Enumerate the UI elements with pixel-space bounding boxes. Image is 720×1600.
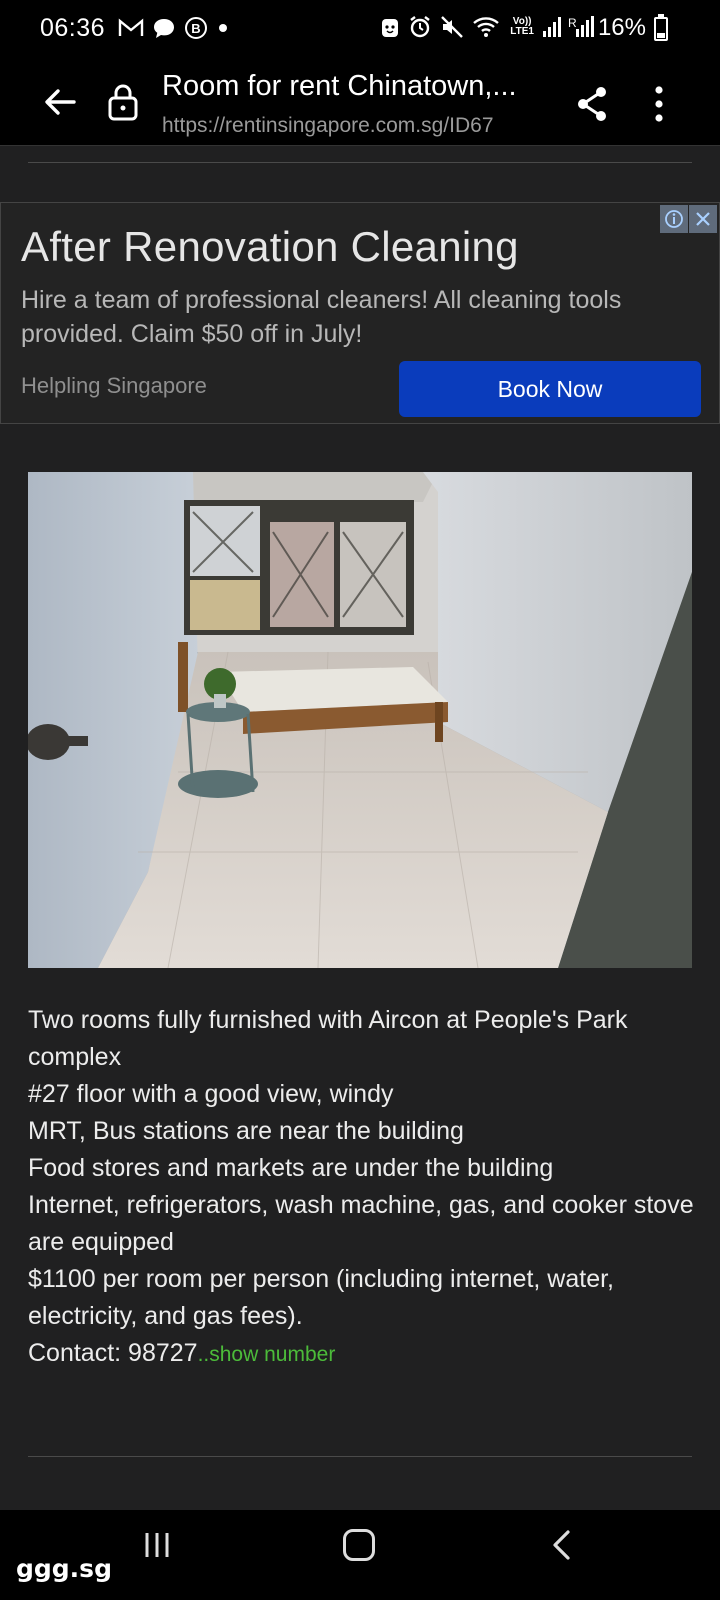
battery-percentage: 16%: [597, 14, 646, 41]
home-button[interactable]: [343, 1529, 375, 1561]
listing-description: Two rooms fully furnished with Aircon at…: [28, 1002, 698, 1373]
ad-banner[interactable]: After Renovation Cleaning Hire a team of…: [0, 202, 720, 424]
book-now-button[interactable]: Book Now: [399, 361, 701, 417]
alarm-icon: [410, 16, 431, 38]
show-number-link[interactable]: ..show number: [198, 1343, 336, 1366]
page-content: After Renovation Cleaning Hire a team of…: [0, 146, 720, 1510]
listing-line: Two rooms fully furnished with Aircon at…: [28, 1006, 628, 1071]
volte-icon: Vo)) LTE1: [510, 16, 534, 37]
browser-toolbar: Room for rent Chinatown,... https://rent…: [0, 58, 720, 146]
listing-line: MRT, Bus stations are near the building: [28, 1117, 464, 1145]
chat-icon: [154, 19, 174, 38]
back-arrow-icon[interactable]: [40, 82, 80, 122]
lock-icon[interactable]: [106, 82, 140, 122]
more-options-icon[interactable]: [646, 84, 672, 124]
status-bar: 06:36 B Vo)) LTE1 R 16%: [0, 0, 720, 58]
listing-line: Internet, refrigerators, wash machine, g…: [28, 1191, 694, 1256]
status-time: 06:36: [40, 14, 106, 42]
gmail-icon: [118, 18, 144, 36]
watermark: ggg.sg: [16, 1554, 112, 1583]
page-title[interactable]: Room for rent Chinatown,...: [162, 70, 552, 103]
contact-number: Contact: 98727: [28, 1339, 198, 1367]
listing-line: Food stores and markets are under the bu…: [28, 1154, 554, 1182]
signal-icon: R: [543, 16, 594, 37]
contact-line: Contact: 98727..show number: [28, 1335, 698, 1373]
listing-line: #27 floor with a good view, windy: [28, 1080, 394, 1108]
divider: [28, 1456, 692, 1457]
back-nav-icon[interactable]: [550, 1529, 572, 1561]
divider: [28, 162, 692, 163]
mute-icon: [441, 16, 464, 38]
share-icon[interactable]: [574, 84, 610, 124]
navigation-bar: ggg.sg: [0, 1510, 720, 1600]
wifi-icon: [473, 17, 500, 37]
room-photo[interactable]: [28, 472, 692, 968]
close-icon[interactable]: [689, 205, 717, 233]
page-url[interactable]: https://rentinsingapore.com.sg/ID67: [162, 114, 550, 138]
recent-apps-icon[interactable]: [142, 1530, 172, 1560]
battery-icon: [654, 14, 668, 41]
listing-line: $1100 per room per person (including int…: [28, 1265, 614, 1330]
ad-choices[interactable]: [659, 205, 717, 233]
face-icon: [382, 19, 399, 37]
svg-text:B: B: [191, 21, 200, 36]
svg-text:R: R: [568, 16, 577, 30]
ad-advertiser[interactable]: Helpling Singapore: [21, 373, 207, 399]
dot-icon: [219, 24, 227, 32]
ad-description[interactable]: Hire a team of professional cleaners! Al…: [21, 283, 711, 351]
ad-headline[interactable]: After Renovation Cleaning: [21, 223, 519, 271]
b-icon: B: [185, 17, 207, 39]
info-icon[interactable]: [660, 205, 688, 233]
